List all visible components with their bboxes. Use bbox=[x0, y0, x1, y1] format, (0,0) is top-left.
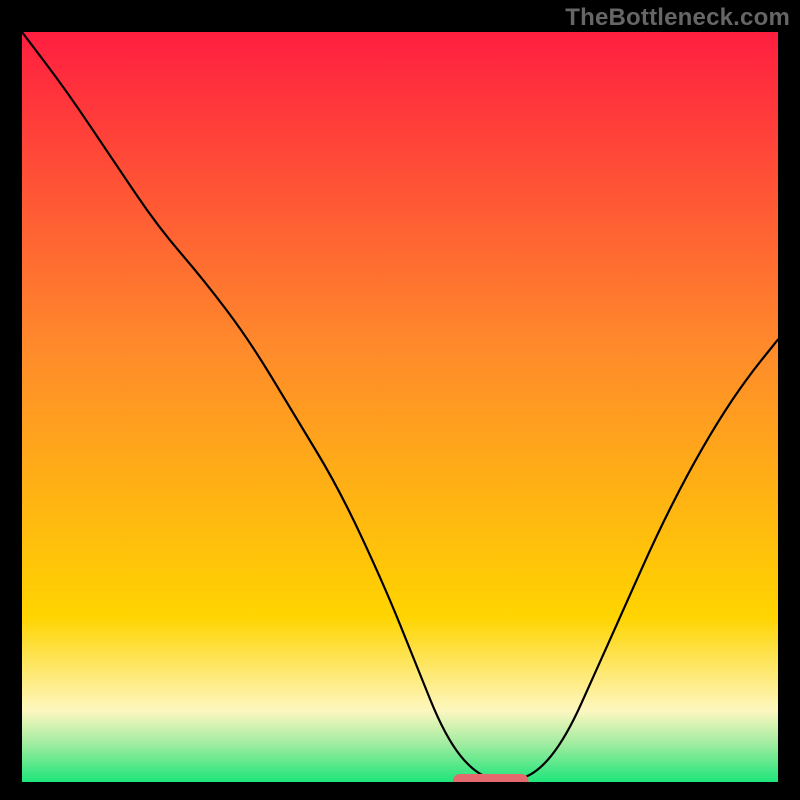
gradient-background bbox=[22, 32, 778, 782]
optimum-marker bbox=[453, 774, 529, 782]
plot-area bbox=[22, 32, 778, 782]
plot-svg bbox=[22, 32, 778, 782]
chart-stage: TheBottleneck.com bbox=[0, 0, 800, 800]
watermark-text: TheBottleneck.com bbox=[565, 4, 790, 32]
